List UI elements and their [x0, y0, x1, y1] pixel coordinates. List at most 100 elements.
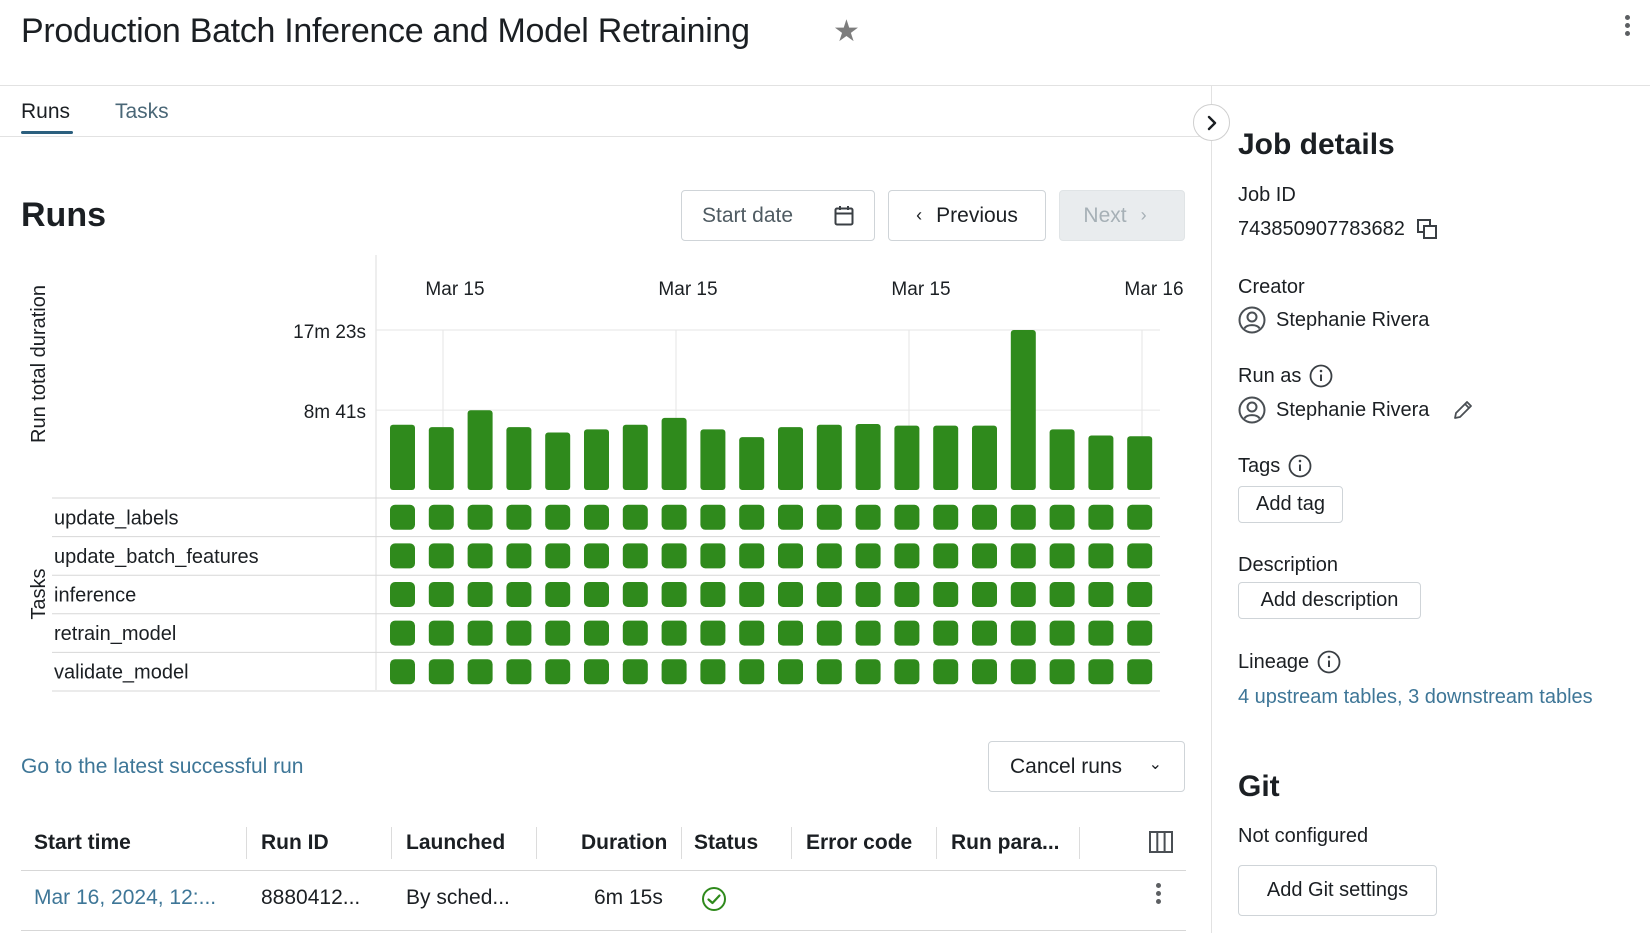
task-run-status-cell: [1010, 543, 1036, 569]
task-run-status-cell: [933, 543, 959, 569]
duration-bar: [894, 425, 920, 490]
lineage-link[interactable]: 4 upstream tables, 3 downstream tables: [1238, 686, 1593, 709]
task-run-status-cell: [972, 620, 997, 646]
column-settings-icon[interactable]: [1148, 829, 1174, 855]
run-as-value: Stephanie Rivera: [1238, 396, 1475, 424]
task-run-status-cell: [545, 582, 571, 607]
duration-bar: [584, 429, 609, 490]
tab-bar: Runs Tasks: [0, 86, 1211, 137]
task-run-status-cell: [894, 504, 920, 530]
task-run-status-cell: [467, 504, 493, 530]
task-run-status-cell: [1010, 620, 1036, 646]
duration-bar: [1127, 436, 1153, 490]
task-run-status-cell: [661, 543, 687, 569]
copy-icon[interactable]: [1415, 217, 1439, 241]
task-run-status-cell: [428, 620, 454, 646]
task-run-status-cell: [1049, 620, 1075, 646]
task-run-status-cell: [661, 620, 687, 646]
task-run-status-cell: [545, 659, 571, 685]
column-header-launched[interactable]: Launched: [406, 831, 505, 855]
column-header-duration[interactable]: Duration: [581, 831, 667, 855]
tasks-axis-label: Tasks: [28, 568, 50, 619]
star-icon[interactable]: ★: [833, 14, 860, 49]
task-run-status-cell: [816, 582, 842, 607]
cell-start-time[interactable]: Mar 16, 2024, 12:...: [34, 886, 216, 910]
previous-button[interactable]: ‹ Previous: [888, 190, 1046, 241]
task-run-status-cell: [778, 620, 803, 646]
task-run-status-cell: [894, 582, 920, 607]
task-run-status-cell: [894, 620, 920, 646]
cancel-runs-dropdown[interactable]: Cancel runs ⌄: [988, 741, 1185, 792]
task-run-status-cell: [700, 582, 726, 607]
task-label: update_batch_features: [54, 546, 259, 568]
task-run-status-cell: [584, 659, 609, 685]
tab-tasks[interactable]: Tasks: [115, 100, 169, 124]
task-run-status-cell: [972, 504, 997, 530]
task-run-status-cell: [894, 543, 920, 569]
task-run-status-cell: [622, 504, 648, 530]
x-tick-label: Mar 15: [891, 279, 950, 300]
task-run-status-cell: [622, 543, 648, 569]
task-run-status-cell: [661, 582, 687, 607]
task-run-status-cell: [1088, 620, 1114, 646]
user-avatar-icon: [1238, 396, 1266, 424]
success-status-icon: [702, 887, 726, 911]
task-run-status-cell: [1088, 659, 1114, 685]
task-run-status-cell: [1049, 504, 1075, 530]
task-run-status-cell: [816, 659, 842, 685]
task-run-status-cell: [739, 620, 765, 646]
duration-bar: [545, 432, 571, 490]
task-run-status-cell: [584, 582, 609, 607]
chevron-down-icon: ⌄: [1148, 756, 1162, 773]
latest-successful-run-link[interactable]: Go to the latest successful run: [21, 755, 303, 779]
user-avatar-icon: [1238, 306, 1266, 334]
column-header-start-time[interactable]: Start time: [34, 831, 131, 855]
info-icon[interactable]: [1317, 650, 1341, 674]
info-icon[interactable]: [1309, 364, 1333, 388]
job-id-text: 743850907783682: [1238, 217, 1405, 240]
row-menu-icon[interactable]: [1149, 880, 1167, 914]
task-run-status-cell: [778, 543, 803, 569]
duration-bar: [855, 424, 881, 490]
task-run-status-cell: [467, 659, 493, 685]
start-date-picker[interactable]: Start date: [681, 190, 875, 241]
task-run-status-cell: [661, 504, 687, 530]
panel-divider: [1211, 86, 1212, 933]
next-button[interactable]: Next ›: [1059, 190, 1185, 241]
column-header-error-code[interactable]: Error code: [806, 831, 912, 855]
task-run-status-cell: [972, 543, 997, 569]
task-run-status-cell: [1049, 582, 1075, 607]
task-run-status-cell: [739, 582, 765, 607]
duration-bar: [933, 425, 959, 490]
column-header-status[interactable]: Status: [694, 831, 758, 855]
x-tick-label: Mar 15: [425, 279, 484, 300]
column-header-run-parameters[interactable]: Run para...: [951, 831, 1060, 855]
task-run-status-cell: [545, 504, 571, 530]
task-run-status-cell: [933, 504, 959, 530]
task-run-status-cell: [739, 504, 765, 530]
add-tag-button[interactable]: Add tag: [1238, 486, 1343, 523]
task-run-status-cell: [622, 620, 648, 646]
tab-runs[interactable]: Runs: [21, 100, 70, 124]
task-run-status-cell: [1127, 504, 1153, 530]
task-run-status-cell: [622, 582, 648, 607]
duration-bar: [390, 424, 415, 490]
task-run-status-cell: [1088, 504, 1114, 530]
task-run-status-cell: [894, 659, 920, 685]
info-icon[interactable]: [1288, 454, 1312, 478]
pencil-icon[interactable]: [1451, 398, 1475, 422]
add-git-settings-button[interactable]: Add Git settings: [1238, 865, 1437, 916]
duration-bar: [428, 427, 454, 490]
task-run-status-cell: [816, 620, 842, 646]
column-header-run-id[interactable]: Run ID: [261, 831, 329, 855]
cancel-runs-label: Cancel runs: [1010, 754, 1123, 778]
task-run-status-cell: [778, 504, 803, 530]
previous-label: Previous: [936, 203, 1018, 227]
collapse-panel-button[interactable]: [1193, 104, 1230, 141]
task-run-status-cell: [816, 543, 842, 569]
table-row[interactable]: Mar 16, 2024, 12:... 8880412... By sched…: [21, 871, 1186, 931]
kebab-menu-icon[interactable]: [1617, 12, 1637, 46]
add-description-button[interactable]: Add description: [1238, 582, 1421, 619]
task-run-status-cell: [855, 504, 881, 530]
task-run-status-cell: [972, 659, 997, 685]
